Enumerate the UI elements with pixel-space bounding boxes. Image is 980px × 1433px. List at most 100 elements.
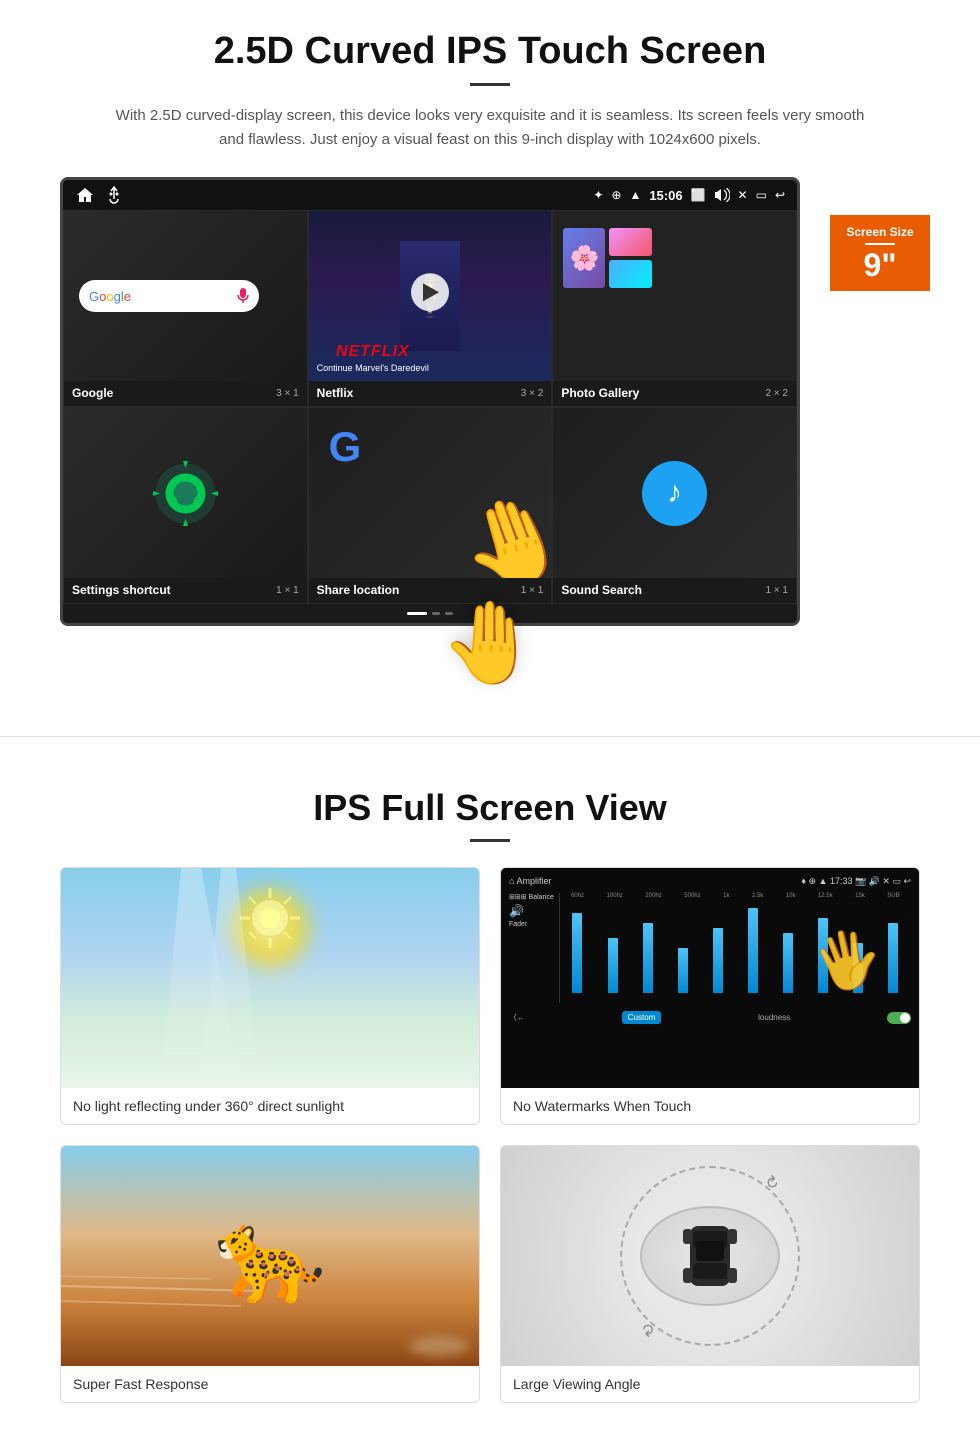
freq-sub: SUB xyxy=(887,893,899,899)
app-cell-netflix[interactable]: 🕴️ NETFLIX Continue Marvel's Daredevil xyxy=(308,210,553,407)
share-size: 1 × 1 xyxy=(521,585,544,596)
volume-icon xyxy=(714,188,730,202)
eq-bar-6 xyxy=(748,908,758,993)
sound-cell-inner: ♪ xyxy=(553,408,796,578)
freq-2.5k: 2.5k xyxy=(752,893,763,899)
cheetah-caption: Super Fast Response xyxy=(61,1366,479,1402)
section2-title: IPS Full Screen View xyxy=(60,787,920,829)
google-search-bar[interactable]: Google xyxy=(79,280,259,312)
play-button[interactable] xyxy=(411,273,449,311)
freq-12.5k: 12.5k xyxy=(818,893,833,899)
share-cell-inner: G 🤚 xyxy=(309,408,552,578)
google-size: 3 × 1 xyxy=(276,388,299,399)
play-triangle xyxy=(423,283,439,301)
feature-card-sunlight: No light reflecting under 360° direct su… xyxy=(60,867,480,1125)
netflix-cell-inner: 🕴️ NETFLIX Continue Marvel's Daredevil xyxy=(309,211,552,381)
app-cell-sound[interactable]: ♪ Sound Search 1 × 1 xyxy=(552,407,797,604)
feature-card-car: ↻ ↻ Large Viewing Angle xyxy=(500,1145,920,1403)
freq-100hz: 100hz xyxy=(607,893,623,899)
camera-icon: ⬜ xyxy=(691,188,706,202)
status-time: 15:06 xyxy=(649,188,682,203)
usb-icon xyxy=(107,186,121,204)
freq-500hz: 500hz xyxy=(684,893,700,899)
netflix-subtitle: Continue Marvel's Daredevil xyxy=(317,363,429,373)
netflix-app-label: Netflix 3 × 2 xyxy=(309,381,552,406)
g-yellow: o xyxy=(106,289,113,304)
settings-app-label: Settings shortcut 1 × 1 xyxy=(64,578,307,603)
wifi-icon: ▲ xyxy=(629,188,641,202)
loudness-toggle[interactable] xyxy=(887,1012,911,1024)
freq-200hz: 200hz xyxy=(645,893,661,899)
features-grid: No light reflecting under 360° direct su… xyxy=(60,867,920,1403)
amplifier-caption: No Watermarks When Touch xyxy=(501,1088,919,1124)
screen-size-badge: Screen Size 9" xyxy=(830,215,930,291)
balance-label: ⊞⊞⊞ Balance xyxy=(509,893,554,901)
sunlight-caption: No light reflecting under 360° direct su… xyxy=(61,1088,479,1124)
app-cell-photo-gallery[interactable]: 🌸 Photo Gallery 2 × 2 xyxy=(552,210,797,407)
sound-app-label: Sound Search 1 × 1 xyxy=(553,578,796,603)
window-icon: ▭ xyxy=(756,188,767,202)
badge-label: Screen Size xyxy=(838,225,922,239)
rotation-arrow-1: ↻ xyxy=(759,1171,783,1195)
cheetah-image: 🐆 xyxy=(61,1146,479,1366)
amp-controls: ⊞⊞⊞ Balance 🔊 Fader 60hz 100hz 200hz 500… xyxy=(509,893,911,1003)
loudness-label: loudness xyxy=(758,1013,790,1022)
sound-label: Sound Search xyxy=(561,583,642,597)
freq-10k: 10k xyxy=(786,893,796,899)
close-icon: ✕ xyxy=(738,188,748,202)
app-cell-share[interactable]: G 🤚 Share location 1 × 1 xyxy=(308,407,553,604)
badge-size: 9" xyxy=(838,249,922,281)
section2-underline xyxy=(470,839,510,842)
custom-btn: Custom xyxy=(622,1011,662,1024)
eq-bar-2 xyxy=(608,938,618,993)
google-label: Google xyxy=(72,386,113,400)
eq-bars-area: 60hz 100hz 200hz 500hz 1k 2.5k 10k 12.5k… xyxy=(559,893,911,1003)
amp-back-btn: 〈← xyxy=(509,1012,525,1023)
section1-title: 2.5D Curved IPS Touch Screen xyxy=(60,30,920,73)
amp-footer: 〈← Custom loudness xyxy=(509,1011,911,1024)
amplifier-image: ⌂ Amplifier ♦ ⊕ ▲ 17:33 📷 🔊 ✕ ▭ ↩ ⊞⊞⊞ Ba… xyxy=(501,868,919,1088)
sound-size: 1 × 1 xyxy=(765,585,788,596)
freq-15k: 15k xyxy=(855,893,865,899)
eq-bar-10 xyxy=(888,923,898,993)
car-inner-ellipse xyxy=(640,1206,780,1306)
freq-1k: 1k xyxy=(723,893,729,899)
settings-size: 1 × 1 xyxy=(276,585,299,596)
netflix-label: Netflix xyxy=(317,386,354,400)
google-logo: Google xyxy=(89,289,131,304)
home-icon xyxy=(75,186,95,204)
amp-header: ⌂ Amplifier ♦ ⊕ ▲ 17:33 📷 🔊 ✕ ▭ ↩ xyxy=(509,876,911,887)
page-indicator xyxy=(63,604,797,623)
amp-left-controls: ⊞⊞⊞ Balance 🔊 Fader xyxy=(509,893,554,1003)
app-grid-row1: Google Google 3 × 1 xyxy=(63,210,797,407)
cheetah-emoji: 🐆 xyxy=(214,1204,326,1309)
g-blue2: g xyxy=(114,289,121,304)
app-grid-row2: Settings shortcut 1 × 1 G 🤚 Share locati… xyxy=(63,407,797,604)
eq-bar-4 xyxy=(678,948,688,993)
app-cell-settings[interactable]: Settings shortcut 1 × 1 xyxy=(63,407,308,604)
settings-label: Settings shortcut xyxy=(72,583,171,597)
car-image: ↻ ↻ xyxy=(501,1146,919,1366)
back-icon: ↩ xyxy=(775,188,785,202)
section1-description: With 2.5D curved-display screen, this de… xyxy=(115,104,865,152)
volume-icon-amp: 🔊 xyxy=(509,904,554,918)
screen-mockup: Screen Size 9" xyxy=(60,177,920,686)
car-caption: Large Viewing Angle xyxy=(501,1366,919,1402)
status-bar: ✦ ⊕ ▲ 15:06 ⬜ ✕ xyxy=(63,180,797,210)
view-angle-circle: ↻ ↻ xyxy=(620,1166,800,1346)
app-cell-google[interactable]: Google Google 3 × 1 xyxy=(63,210,308,407)
bluetooth-icon: ✦ xyxy=(593,188,603,202)
settings-gear-icon xyxy=(148,456,223,531)
car-top-view-svg xyxy=(680,1211,740,1301)
amp-screen-content: ⌂ Amplifier ♦ ⊕ ▲ 17:33 📷 🔊 ✕ ▭ ↩ ⊞⊞⊞ Ba… xyxy=(501,868,919,1088)
g-blue: G xyxy=(89,289,99,304)
fader-label: Fader xyxy=(509,921,554,928)
android-screen: ✦ ⊕ ▲ 15:06 ⬜ ✕ xyxy=(60,177,800,626)
eq-bar-7 xyxy=(783,933,793,993)
dust-cloud xyxy=(409,1336,469,1356)
photo-thumb-3 xyxy=(609,260,651,288)
flower-icon: 🌸 xyxy=(569,244,599,273)
eq-bar-1 xyxy=(572,913,582,993)
amp-time: ♦ ⊕ ▲ 17:33 📷 🔊 ✕ ▭ ↩ xyxy=(801,876,911,887)
amp-home-icon: ⌂ Amplifier xyxy=(509,876,551,887)
